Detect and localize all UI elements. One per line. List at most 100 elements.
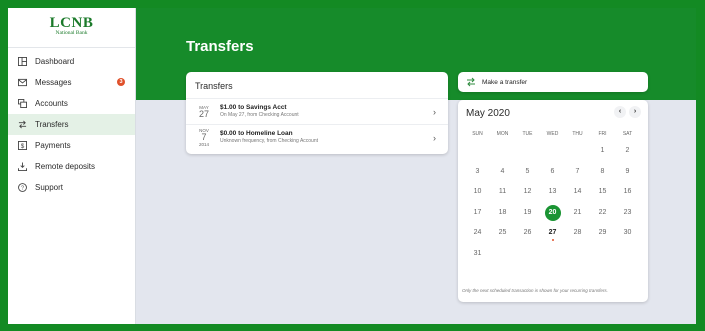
sidebar-item-support[interactable]: ? Support <box>8 177 135 198</box>
calendar-day[interactable]: 2 <box>615 141 640 162</box>
calendar-month-label: May 2020 <box>466 107 510 119</box>
calendar-day[interactable]: 13 <box>540 182 565 203</box>
calendar-day-number: 19 <box>523 208 532 216</box>
calendar-day[interactable]: 28 <box>565 223 590 244</box>
sidebar-item-label: Payments <box>35 141 71 150</box>
calendar-day-number: 15 <box>598 188 607 196</box>
calendar-day[interactable]: 15 <box>590 182 615 203</box>
sidebar-item-payments[interactable]: $ Payments <box>8 135 135 156</box>
calendar-day[interactable]: 19 <box>515 203 540 224</box>
bank-logo[interactable]: LCNB National Bank <box>8 8 135 48</box>
sidebar: LCNB National Bank Dashboard Messages 3 <box>8 8 136 324</box>
transfers-card-title: Transfers <box>195 81 233 91</box>
calendar-day-number: 30 <box>623 229 632 237</box>
calendar-day[interactable]: 11 <box>490 182 515 203</box>
calendar-day[interactable]: 4 <box>490 162 515 183</box>
calendar-day[interactable]: 23 <box>615 203 640 224</box>
sidebar-item-transfers[interactable]: Transfers <box>8 114 135 135</box>
prev-month-button[interactable]: ‹ <box>614 106 626 118</box>
calendar-blank-cell <box>515 141 540 162</box>
transfer-year: 2014 <box>198 142 209 147</box>
transfer-subtitle: On May 27, from Checking Account <box>220 112 299 118</box>
calendar-day-number: 24 <box>473 229 482 237</box>
help-circle-icon: ? <box>18 183 27 192</box>
make-transfer-button[interactable]: Make a transfer <box>458 72 648 92</box>
transfer-row[interactable]: Nov 7 2014 $0.00 to Homeline Loan Unknow… <box>186 124 448 150</box>
weekday-label: SUN <box>472 131 483 137</box>
calendar-blank-cell <box>565 141 590 162</box>
sidebar-item-dashboard[interactable]: Dashboard <box>8 51 135 72</box>
svg-text:$: $ <box>21 143 25 150</box>
calendar-day-number: 9 <box>625 167 630 175</box>
calendar-day[interactable]: 7 <box>565 162 590 183</box>
calendar-day[interactable]: 30 <box>615 223 640 244</box>
calendar-day-today[interactable]: 20 <box>540 203 565 224</box>
sidebar-item-messages[interactable]: Messages 3 <box>8 72 135 93</box>
transfer-date: May 27 <box>192 105 216 119</box>
calendar-day[interactable]: 10 <box>465 182 490 203</box>
transfer-title: $0.00 to Homeline Loan <box>220 130 293 137</box>
calendar-day[interactable]: 14 <box>565 182 590 203</box>
logo-text: LCNB <box>49 15 94 31</box>
calendar-day[interactable]: 21 <box>565 203 590 224</box>
calendar-day[interactable]: 6 <box>540 162 565 183</box>
sidebar-item-label: Messages <box>35 78 72 87</box>
transfers-card: Transfers May 27 $1.00 to Savings Acct O… <box>186 72 448 154</box>
calendar-blank-cell <box>465 141 490 162</box>
calendar-weekday-row: SUN MON TUE WED THU FRI SAT <box>458 131 648 141</box>
calendar-day[interactable]: 5 <box>515 162 540 183</box>
calendar-day[interactable]: 3 <box>465 162 490 183</box>
calendar-day[interactable]: 22 <box>590 203 615 224</box>
dashboard-icon <box>18 57 27 66</box>
calendar-day[interactable]: 26 <box>515 223 540 244</box>
calendar-day[interactable]: 31 <box>465 244 490 265</box>
calendar-day-number: 26 <box>523 229 532 237</box>
weekday-label: THU <box>572 131 583 137</box>
next-month-button[interactable]: › <box>629 106 641 118</box>
calendar-day-number: 2 <box>625 147 630 155</box>
calendar-blank-cell <box>540 141 565 162</box>
calendar-day-number: 22 <box>598 208 607 216</box>
logo-subtext: National Bank <box>55 30 88 36</box>
sidebar-item-remote-deposits[interactable]: Remote deposits <box>8 156 135 177</box>
unread-count-badge: 3 <box>117 78 125 86</box>
transfer-arrows-icon <box>18 120 27 129</box>
calendar-day[interactable]: 18 <box>490 203 515 224</box>
sidebar-item-label: Transfers <box>35 120 69 129</box>
transfer-info: $0.00 to Homeline Loan Unknown frequency… <box>220 130 318 145</box>
calendar-day[interactable]: 12 <box>515 182 540 203</box>
weekday-label: FRI <box>598 131 607 137</box>
calendar-day-number: 7 <box>575 167 580 175</box>
calendar-day-number: 6 <box>550 167 555 175</box>
calendar-day-number: 3 <box>475 167 480 175</box>
sidebar-item-accounts[interactable]: Accounts <box>8 93 135 114</box>
scheduled-transfer-dot <box>551 238 554 241</box>
envelope-icon <box>18 78 27 87</box>
calendar-day-number: 21 <box>573 208 582 216</box>
calendar-day[interactable]: 27 <box>540 223 565 244</box>
calendar-day[interactable]: 8 <box>590 162 615 183</box>
calendar-day[interactable]: 1 <box>590 141 615 162</box>
sidebar-item-label: Support <box>35 183 64 192</box>
calendar-header: May 2020 ‹ › <box>458 100 648 126</box>
page-title: Transfers <box>186 38 254 55</box>
calendar-day-number: 25 <box>498 229 507 237</box>
transfer-day: 7 <box>201 132 207 142</box>
calendar-blank-cell <box>490 141 515 162</box>
sidebar-item-label: Remote deposits <box>35 162 96 171</box>
calendar-day-number: 28 <box>573 229 582 237</box>
transfer-arrows-icon <box>466 77 476 87</box>
calendar-day[interactable]: 17 <box>465 203 490 224</box>
chevron-right-icon: › <box>433 107 436 117</box>
calendar-day-number: 20 <box>544 204 561 221</box>
transfer-subtitle: Unknown frequency, from Checking Account <box>220 138 319 144</box>
calendar-day[interactable]: 9 <box>615 162 640 183</box>
calendar-day[interactable]: 24 <box>465 223 490 244</box>
calendar-card: May 2020 ‹ › SUN MON TUE WED THU FRI SAT 12345… <box>458 100 648 302</box>
calendar-day[interactable]: 25 <box>490 223 515 244</box>
calendar-day[interactable]: 29 <box>590 223 615 244</box>
calendar-day-number: 4 <box>500 167 505 175</box>
calendar-day[interactable]: 16 <box>615 182 640 203</box>
app-frame: LCNB National Bank Dashboard Messages 3 <box>8 8 696 324</box>
transfer-row[interactable]: May 27 $1.00 to Savings Acct On May 27, … <box>186 98 448 124</box>
